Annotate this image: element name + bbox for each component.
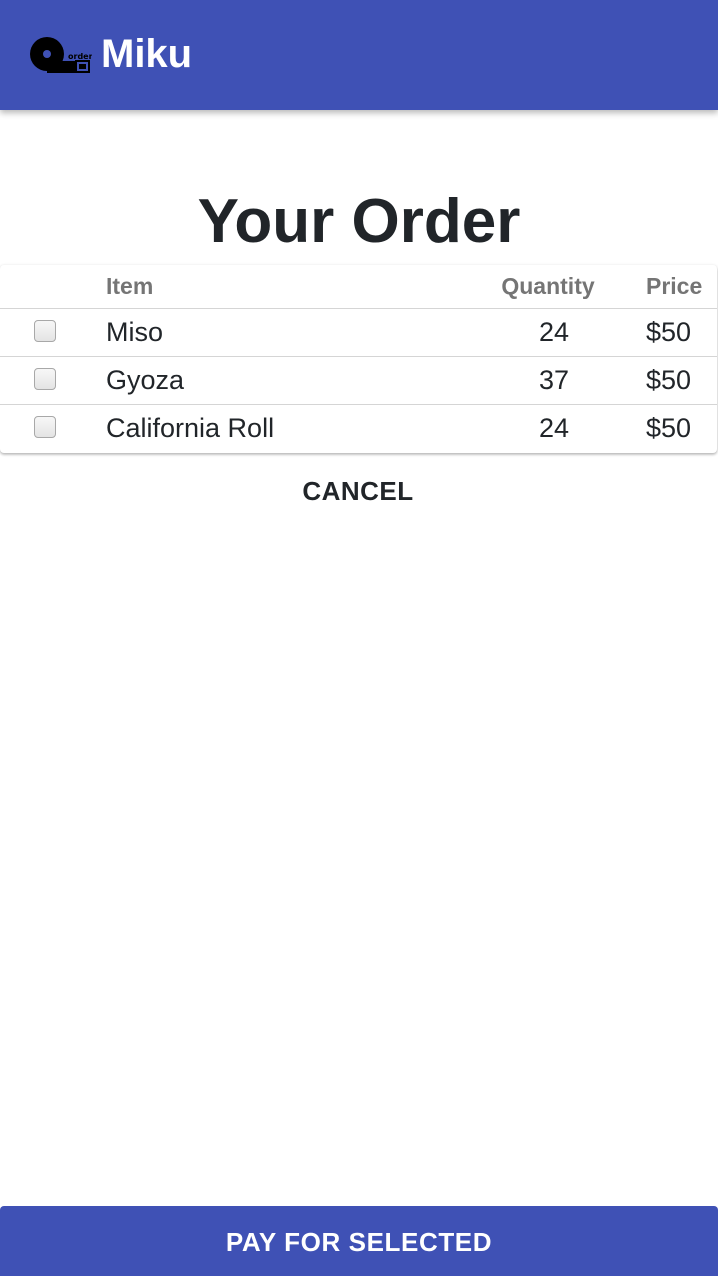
item-price: $50	[646, 317, 692, 347]
item-name: Gyoza	[106, 365, 185, 395]
app-bar: order Miku	[0, 0, 718, 110]
table-row: Miso 24 $50	[0, 309, 717, 357]
row-checkbox[interactable]	[34, 368, 56, 390]
cancel-button[interactable]: CANCEL	[258, 470, 458, 512]
order-page: order Miku Your Order Item Quantity Pric…	[0, 0, 718, 1276]
item-price: $50	[646, 365, 692, 395]
item-quantity: 37	[538, 365, 570, 395]
logo-order-text: order	[68, 52, 92, 61]
item-name: California Roll	[106, 413, 275, 443]
quantity-column-header: Quantity	[501, 273, 595, 299]
item-quantity: 24	[538, 413, 570, 443]
row-checkbox[interactable]	[34, 416, 56, 438]
row-checkbox[interactable]	[34, 320, 56, 342]
pay-for-selected-button[interactable]: PAY FOR SELECTED	[0, 1206, 718, 1276]
app-title: Miku	[101, 32, 193, 76]
price-column-header: Price	[646, 273, 703, 299]
item-column-header: Item	[106, 273, 154, 299]
order-table: Item Quantity Price Miso 24 $50 Gyoza 37…	[0, 265, 717, 453]
item-price: $50	[646, 413, 692, 443]
table-header-row: Item Quantity Price	[0, 265, 717, 309]
item-quantity: 24	[538, 317, 570, 347]
page-title: Your Order	[197, 186, 521, 256]
table-row: Gyoza 37 $50	[0, 357, 717, 405]
table-row: California Roll 24 $50	[0, 405, 717, 452]
order-qr-logo-icon: order	[30, 37, 92, 73]
item-name: Miso	[106, 317, 164, 347]
